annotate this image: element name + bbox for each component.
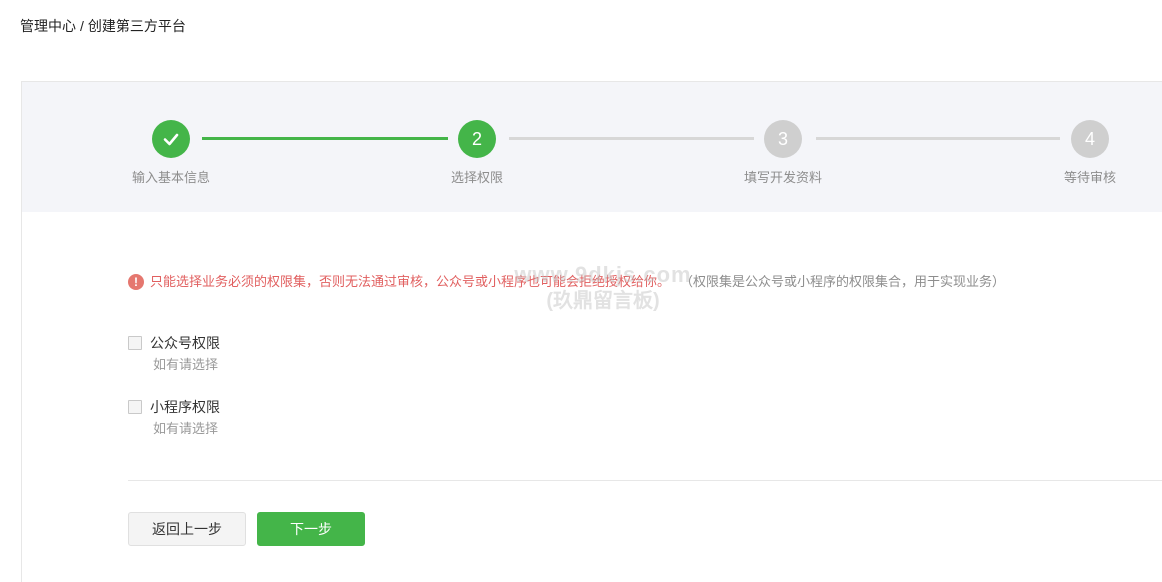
main-panel: 2 3 4 输入基本信息 选择权限 填写开发资料 等待审核 ! 只能选择业务必须… (21, 81, 1162, 582)
mini-program-checkbox[interactable] (128, 400, 142, 414)
step-3-label: 填写开发资料 (743, 170, 822, 185)
step-connector-2 (509, 137, 754, 140)
notice-hint-text: （权限集是公众号或小程序的权限集合，用于实现业务） (680, 274, 1006, 289)
exclamation-icon: ! (128, 274, 144, 290)
step-connector-3 (816, 137, 1060, 140)
official-account-permission-hint: 如有请选择 (153, 357, 219, 372)
page: 管理中心 / 创建第三方平台 2 3 4 输入基本信息 选择权限 填写开发资料 等待… (0, 0, 1162, 582)
step-2-label: 选择权限 (450, 170, 503, 185)
mini-program-permission-hint: 如有请选择 (153, 421, 219, 436)
step-3-circle: 3 (764, 120, 802, 158)
step-progress: 2 3 4 输入基本信息 选择权限 填写开发资料 等待审核 (22, 82, 1162, 212)
official-account-permission-label[interactable]: 公众号权限 (150, 333, 220, 353)
next-button[interactable]: 下一步 (257, 512, 365, 546)
step-1-circle (152, 120, 190, 158)
step-4-circle: 4 (1071, 120, 1109, 158)
divider (128, 480, 1162, 481)
permission-group-official-account: 公众号权限 如有请选择 (128, 333, 220, 375)
step-2-circle: 2 (458, 120, 496, 158)
breadcrumb-separator: / (80, 18, 84, 34)
breadcrumb-root[interactable]: 管理中心 (20, 18, 76, 34)
check-icon (163, 133, 179, 146)
permission-group-mini-program: 小程序权限 如有请选择 (128, 397, 220, 439)
permission-notice: ! 只能选择业务必须的权限集，否则无法通过审核，公众号或小程序也可能会拒绝授权给… (128, 272, 1005, 292)
official-account-checkbox[interactable] (128, 336, 142, 350)
breadcrumb: 管理中心 / 创建第三方平台 (20, 16, 186, 36)
step-connector-1 (202, 137, 448, 140)
notice-warning-text: 只能选择业务必须的权限集，否则无法通过审核，公众号或小程序也可能会拒绝授权给你。 (150, 274, 671, 289)
mini-program-permission-label[interactable]: 小程序权限 (150, 397, 220, 417)
step-4-label: 等待审核 (1063, 170, 1116, 185)
back-button[interactable]: 返回上一步 (128, 512, 246, 546)
step-1-label: 输入基本信息 (131, 170, 210, 185)
breadcrumb-current: 创建第三方平台 (87, 18, 186, 34)
